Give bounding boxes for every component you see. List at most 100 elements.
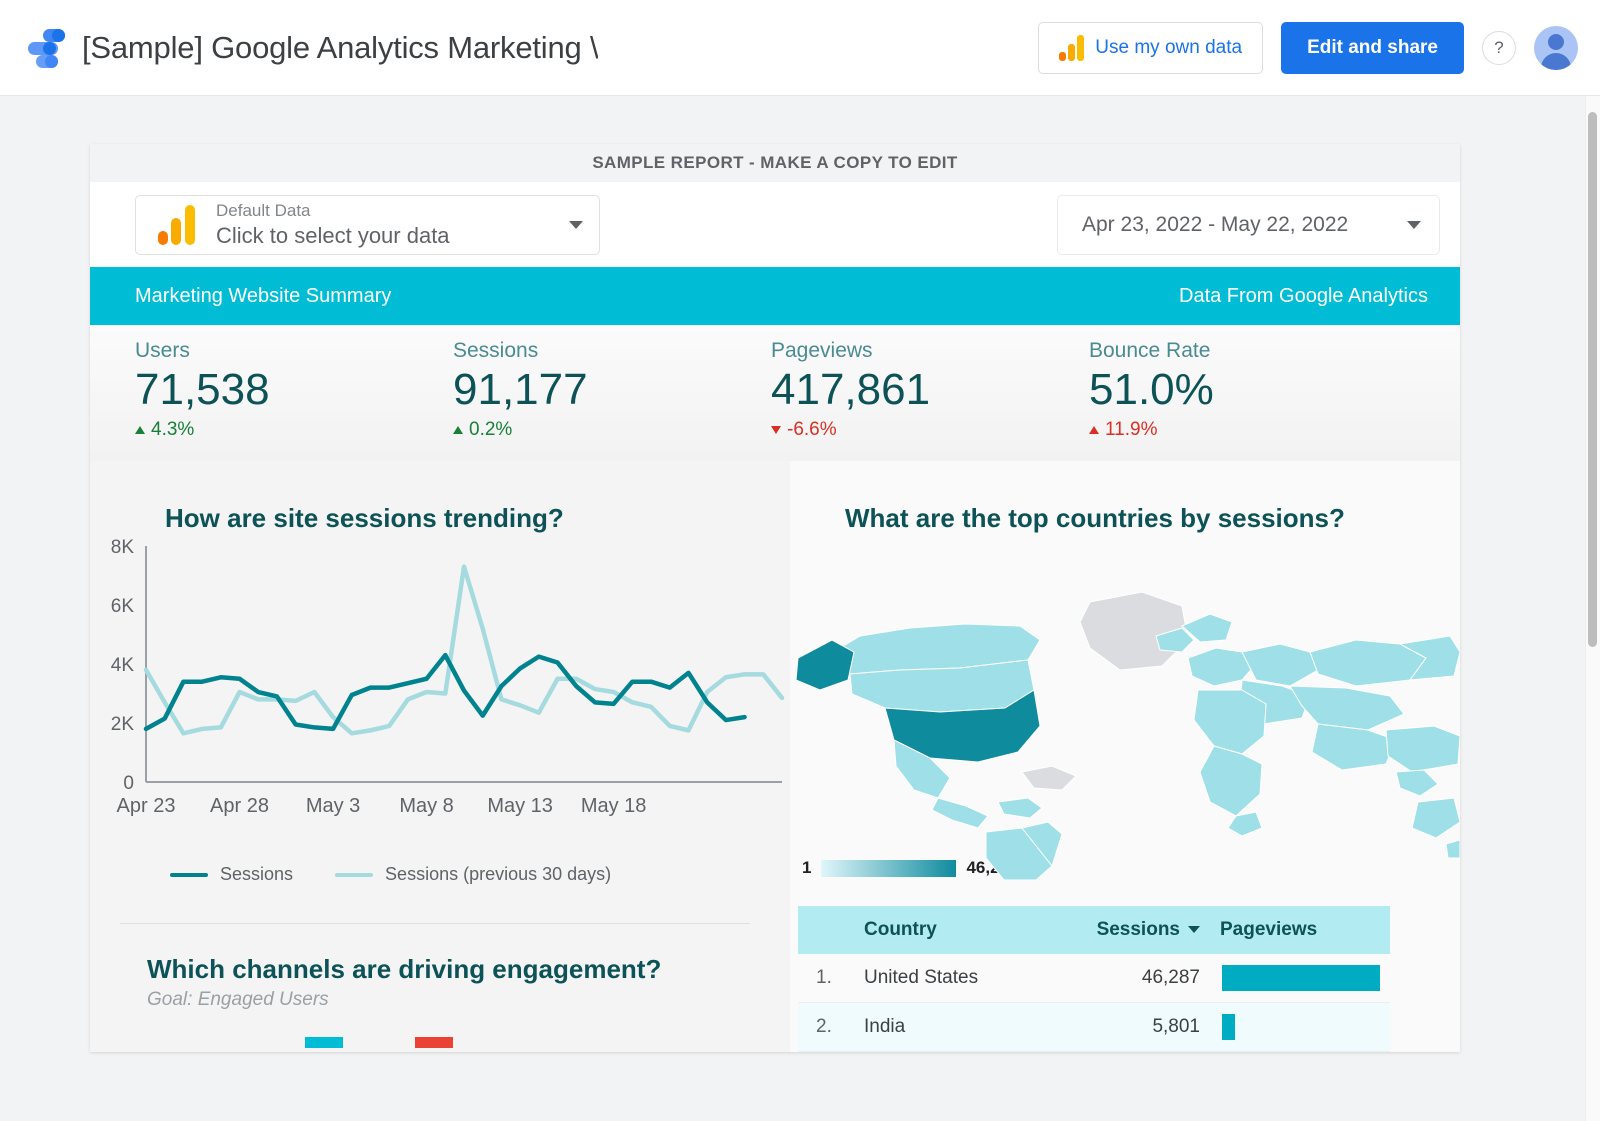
legend-item-channel-2	[415, 1037, 465, 1048]
use-my-own-data-button[interactable]: Use my own data	[1038, 22, 1263, 74]
row-pageviews-bar	[1210, 954, 1390, 1003]
sessions-chart-legend: Sessions Sessions (previous 30 days)	[90, 864, 790, 885]
sessions-column: How are site sessions trending? 02K4K6K8…	[90, 461, 790, 1052]
svg-text:May 13: May 13	[487, 795, 553, 817]
kpi-pageviews: Pageviews 417,861 -6.6%	[771, 339, 1089, 461]
svg-text:May 18: May 18	[581, 795, 647, 817]
channels-chart-legend	[90, 1011, 790, 1048]
kpi-value: 91,177	[453, 365, 771, 414]
page-title: [Sample] Google Analytics Marketing \	[82, 30, 598, 66]
kpi-delta: 11.9%	[1089, 419, 1407, 441]
legend-swatch-icon	[305, 1037, 343, 1048]
legend-label: Sessions (previous 30 days)	[385, 864, 611, 885]
app-bar: [Sample] Google Analytics Marketing \ Us…	[0, 0, 1600, 96]
svg-text:May 3: May 3	[306, 795, 360, 817]
world-map-svg	[790, 540, 1460, 880]
sort-descending-icon	[1188, 926, 1200, 933]
date-range-selector[interactable]: Apr 23, 2022 - May 22, 2022	[1057, 195, 1440, 255]
scrollbar-thumb[interactable]	[1588, 112, 1597, 647]
legend-swatch-icon	[170, 873, 208, 877]
pageviews-bar	[1222, 1014, 1235, 1040]
legend-swatch-icon	[335, 873, 373, 877]
countries-chart-title: What are the top countries by sessions?	[790, 461, 1460, 534]
table-header-rank	[798, 906, 854, 954]
kpi-bounce-rate: Bounce Rate 51.0% 11.9%	[1089, 339, 1407, 461]
table-row[interactable]: 1. United States 46,287	[798, 954, 1390, 1003]
legend-label: Sessions	[220, 864, 293, 885]
report-canvas: SAMPLE REPORT - MAKE A COPY TO EDIT Defa…	[90, 144, 1460, 1052]
kpi-value: 71,538	[135, 365, 453, 414]
summary-banner-title: Marketing Website Summary	[135, 285, 391, 308]
kpi-delta-value: 4.3%	[151, 419, 194, 441]
chevron-down-icon	[569, 221, 583, 229]
row-rank: 2.	[798, 1003, 854, 1052]
kpi-label: Bounce Rate	[1089, 339, 1407, 363]
svg-text:Apr 23: Apr 23	[117, 795, 176, 817]
sessions-line-chart-svg: 02K4K6K8KApr 23Apr 28May 3May 8May 13May…	[90, 534, 790, 864]
svg-text:6K: 6K	[111, 596, 135, 617]
legend-item-sessions: Sessions	[170, 864, 293, 885]
sample-report-banner: SAMPLE REPORT - MAKE A COPY TO EDIT	[90, 144, 1460, 182]
kpi-row: Users 71,538 4.3% Sessions 91,177 0.2% P…	[90, 325, 1460, 461]
help-icon[interactable]: ?	[1482, 31, 1516, 65]
kpi-delta: -6.6%	[771, 419, 1089, 441]
table-row[interactable]: 2. India 5,801	[798, 1003, 1390, 1052]
use-my-own-data-label: Use my own data	[1095, 37, 1242, 59]
arrow-up-icon	[1089, 426, 1099, 434]
row-rank: 1.	[798, 954, 854, 1003]
world-map-chart[interactable]	[790, 540, 1460, 880]
summary-banner: Marketing Website Summary Data From Goog…	[90, 267, 1460, 325]
svg-text:May 8: May 8	[399, 795, 453, 817]
channels-chart-subtitle: Goal: Engaged Users	[90, 985, 790, 1011]
legend-item-channel-1	[305, 1037, 355, 1048]
kpi-delta-value: 0.2%	[469, 419, 512, 441]
table-header-row: Country Sessions Pageviews	[798, 906, 1390, 954]
table-header-country[interactable]: Country	[854, 906, 1060, 954]
report-viewport: SAMPLE REPORT - MAKE A COPY TO EDIT Defa…	[0, 96, 1600, 1121]
arrow-up-icon	[135, 426, 145, 434]
countries-table: Country Sessions Pageviews 1. United Sta…	[798, 906, 1390, 1052]
svg-text:2K: 2K	[111, 714, 135, 735]
row-sessions: 46,287	[1060, 954, 1210, 1003]
legend-item-sessions-previous: Sessions (previous 30 days)	[335, 864, 611, 885]
edit-and-share-button[interactable]: Edit and share	[1281, 22, 1464, 74]
svg-text:8K: 8K	[111, 537, 135, 558]
google-analytics-icon	[158, 205, 196, 245]
summary-banner-source: Data From Google Analytics	[1179, 285, 1428, 308]
svg-text:Apr 28: Apr 28	[210, 795, 269, 817]
user-avatar-icon[interactable]	[1534, 26, 1578, 70]
kpi-delta-value: 11.9%	[1105, 419, 1157, 441]
kpi-label: Users	[135, 339, 453, 363]
table-header-pageviews[interactable]: Pageviews	[1210, 906, 1390, 954]
kpi-users: Users 71,538 4.3%	[135, 339, 453, 461]
data-source-label: Default Data	[216, 201, 311, 220]
kpi-value: 51.0%	[1089, 365, 1407, 414]
legend-swatch-icon	[415, 1037, 453, 1048]
report-controls: Default Data Click to select your data A…	[90, 182, 1460, 267]
data-studio-logo-icon	[26, 27, 68, 69]
kpi-delta: 4.3%	[135, 419, 453, 441]
arrow-up-icon	[453, 426, 463, 434]
arrow-down-icon	[771, 426, 781, 434]
chevron-down-icon	[1407, 221, 1421, 229]
sessions-chart-title: How are site sessions trending?	[90, 461, 790, 534]
channels-chart-title: Which channels are driving engagement?	[90, 924, 790, 985]
sessions-line-chart[interactable]: 02K4K6K8KApr 23Apr 28May 3May 8May 13May…	[90, 534, 790, 864]
pageviews-bar	[1222, 965, 1380, 991]
row-sessions: 5,801	[1060, 1003, 1210, 1052]
svg-text:4K: 4K	[111, 655, 135, 676]
vertical-scrollbar[interactable]	[1585, 96, 1600, 1121]
row-country: United States	[854, 954, 1060, 1003]
countries-column: What are the top countries by sessions? …	[790, 461, 1460, 1052]
row-pageviews-bar	[1210, 1003, 1390, 1052]
google-analytics-icon	[1059, 35, 1084, 61]
kpi-value: 417,861	[771, 365, 1089, 414]
report-body: How are site sessions trending? 02K4K6K8…	[90, 461, 1460, 1052]
data-source-value: Click to select your data	[216, 223, 450, 248]
data-source-selector[interactable]: Default Data Click to select your data	[135, 195, 600, 255]
date-range-value: Apr 23, 2022 - May 22, 2022	[1082, 213, 1348, 237]
kpi-label: Pageviews	[771, 339, 1089, 363]
table-header-sessions[interactable]: Sessions	[1060, 906, 1210, 954]
kpi-delta: 0.2%	[453, 419, 771, 441]
kpi-sessions: Sessions 91,177 0.2%	[453, 339, 771, 461]
